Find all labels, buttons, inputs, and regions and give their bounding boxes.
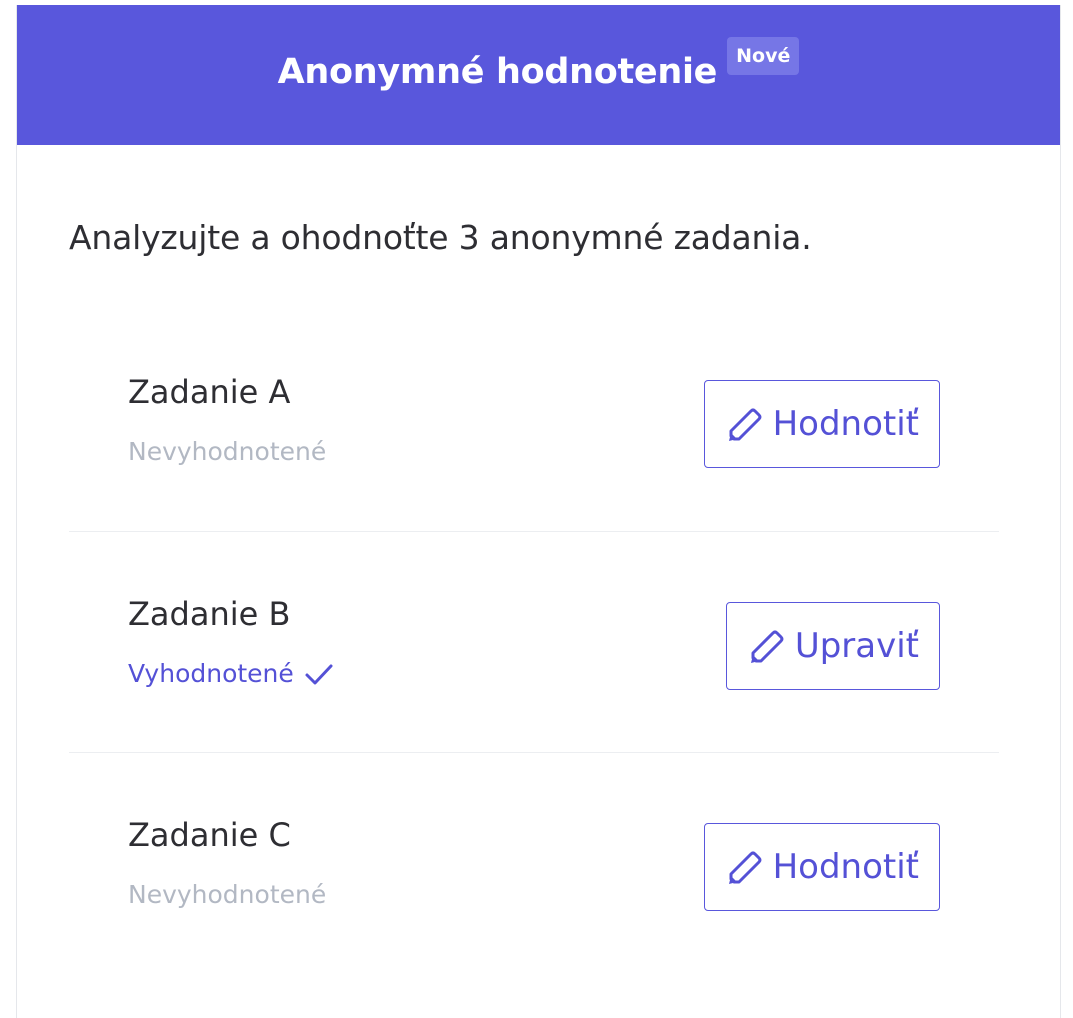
status-label: Nevyhodnotené [128,437,327,466]
status-label: Vyhodnotené [128,659,294,688]
assignment-row-b: Zadanie B Vyhodnotené Upraviť [69,531,999,752]
pencil-icon [728,851,762,884]
page-title: Anonymné hodnotenie [277,52,718,92]
edit-button-b[interactable]: Upraviť [725,602,940,690]
evaluate-button-c[interactable]: Hodnotiť [703,823,940,911]
assignment-status: Nevyhodnotené [128,879,326,911]
assignment-row-a: Zadanie A Nevyhodnotené Hodnotiť [69,310,999,531]
assignment-status: Nevyhodnotené [128,436,326,468]
header-content: Anonymné hodnotenie Nové [277,37,800,95]
pencil-icon [750,630,784,663]
assignment-name: Zadanie B [128,595,291,633]
assignment-name: Zadanie C [128,816,291,854]
evaluate-button-a[interactable]: Hodnotiť [703,380,940,468]
assignment-status: Vyhodnotené [128,658,336,690]
button-label: Hodnotiť [772,847,919,887]
card-header: Anonymné hodnotenie Nové [17,5,1060,145]
peer-review-card: Anonymné hodnotenie Nové Analyzujte a oh… [16,5,1061,1018]
pencil-icon [728,408,762,441]
button-label: Upraviť [794,626,919,666]
status-label: Nevyhodnotené [128,880,327,909]
assignment-row-c: Zadanie C Nevyhodnotené Hodnotiť [69,752,999,973]
assignment-list: Zadanie A Nevyhodnotené Hodnotiť Zadanie… [69,310,999,973]
new-badge: Nové [727,37,800,75]
check-icon [305,664,333,685]
button-label: Hodnotiť [772,404,919,444]
assignment-name: Zadanie A [128,373,291,411]
intro-text: Analyzujte a ohodnoťte 3 anonymné zadani… [69,218,812,257]
